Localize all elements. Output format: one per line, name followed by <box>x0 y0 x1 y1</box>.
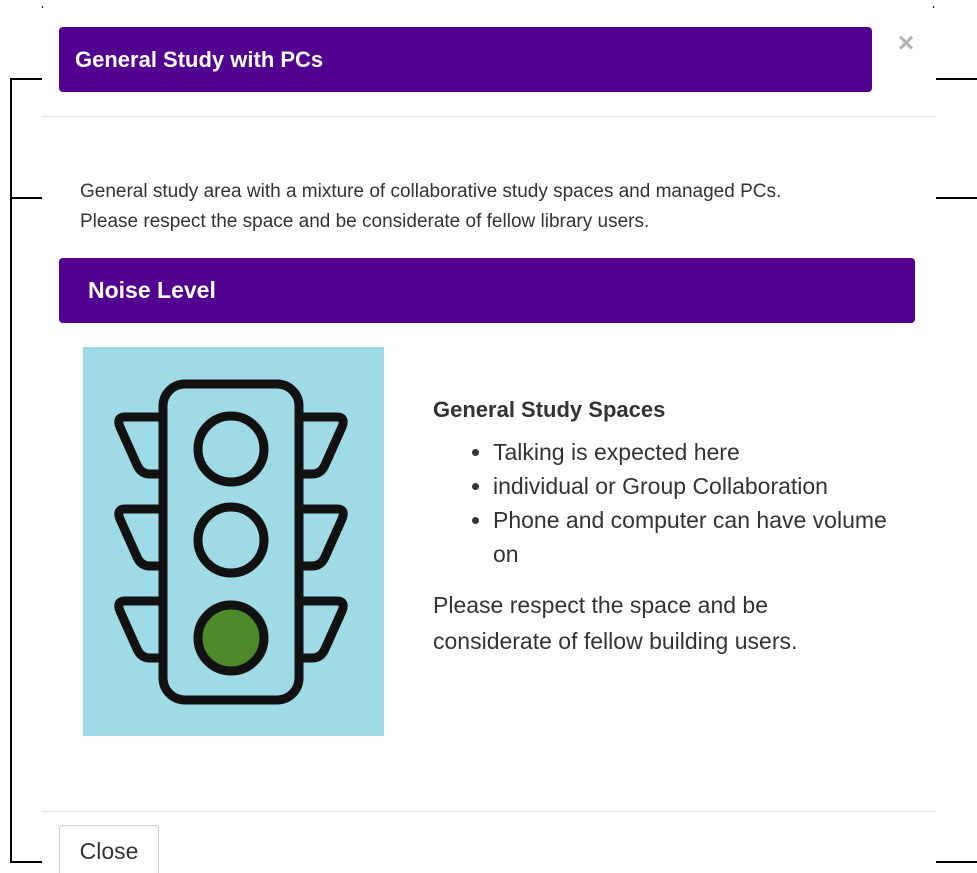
background-bracket-line <box>936 78 977 80</box>
background-bracket-line <box>10 78 12 863</box>
left-wing-middle <box>114 504 163 571</box>
right-wing-bottom <box>299 596 348 663</box>
modal-header: General Study with PCs × <box>42 8 936 117</box>
space-description: General study area with a mixture of col… <box>80 177 900 237</box>
left-wing-top <box>114 412 163 479</box>
background-bracket-line <box>10 861 42 863</box>
traffic-light-icon <box>83 347 384 736</box>
description-line: General study area with a mixture of col… <box>80 181 782 202</box>
right-wing-middle <box>299 504 348 571</box>
light-middle <box>193 502 269 578</box>
modal-body: General study area with a mixture of col… <box>42 117 936 812</box>
left-wing-bottom <box>114 596 163 663</box>
modal-title: General Study with PCs <box>75 46 324 72</box>
page: General Study with PCs × General study a… <box>0 0 977 873</box>
modal-footer: Close <box>42 811 936 873</box>
list-item: Phone and computer can have volume on <box>493 503 893 571</box>
background-bracket-line <box>936 197 977 199</box>
light-top <box>193 411 269 487</box>
light-bottom-green <box>193 600 269 676</box>
modal-dialog: General Study with PCs × General study a… <box>42 8 936 873</box>
right-wing-top <box>299 412 348 479</box>
background-bracket-line <box>10 78 42 80</box>
close-icon[interactable]: × <box>891 28 921 58</box>
description-line: Please respect the space and be consider… <box>80 211 650 232</box>
list-item: individual or Group Collaboration <box>493 469 893 503</box>
background-bracket-line <box>10 197 42 199</box>
noise-info: General Study Spaces Talking is expected… <box>433 397 893 659</box>
noise-rules-list: Talking is expected here individual or G… <box>433 435 893 571</box>
noise-level-header: Noise Level <box>59 258 915 323</box>
background-bracket-line <box>936 861 977 863</box>
noise-note: Please respect the space and be consider… <box>433 592 798 654</box>
noise-level-heading: Noise Level <box>88 277 216 303</box>
noise-subheading: General Study Spaces <box>433 397 666 422</box>
close-button[interactable]: Close <box>59 825 159 873</box>
traffic-light-graphic <box>114 379 348 705</box>
modal-title-bar: General Study with PCs <box>59 27 872 92</box>
list-item: Talking is expected here <box>493 435 893 469</box>
